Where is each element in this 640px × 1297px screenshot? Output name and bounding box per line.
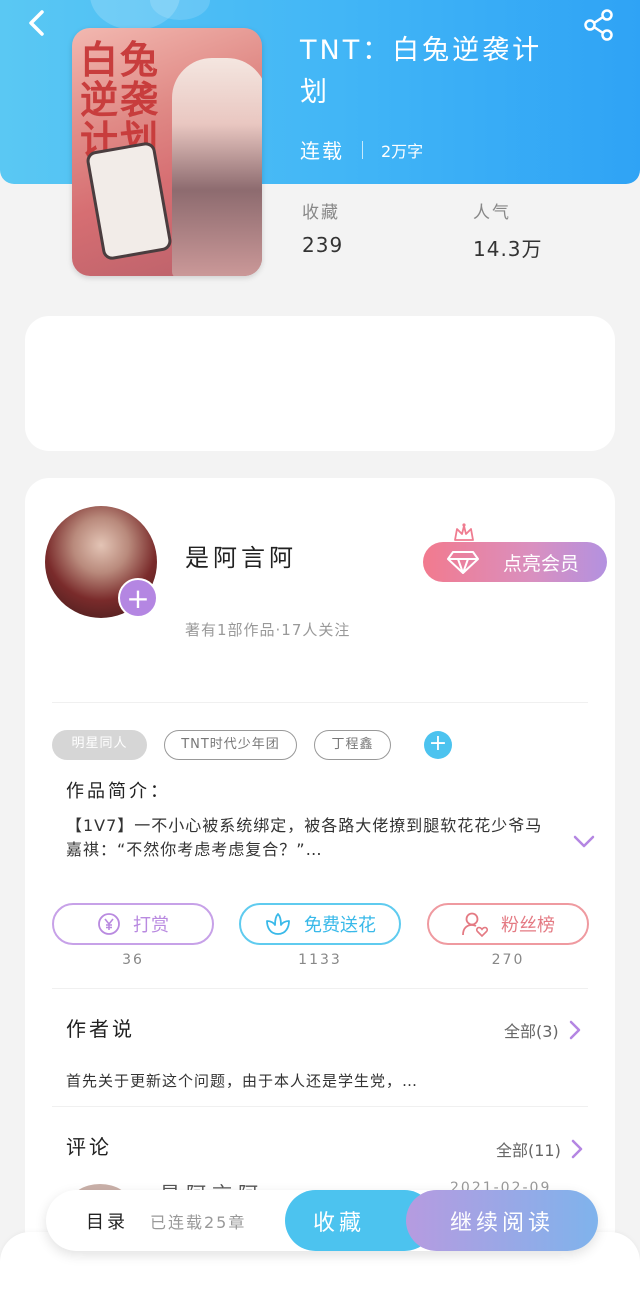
stat-value: 239 <box>302 233 344 257</box>
flower-icon <box>264 912 292 936</box>
author-says-more-label: 全部(3) <box>504 1022 559 1041</box>
fan-rank-label: 粉丝榜 <box>501 915 555 936</box>
comments-more[interactable]: 全部(11) <box>496 1137 583 1161</box>
send-flower-label: 免费送花 <box>304 915 376 936</box>
book-title: TNT：白兔逆袭计划 <box>300 35 543 108</box>
share-icon[interactable] <box>582 8 616 42</box>
stat-favorites: 收藏 239 <box>302 198 343 257</box>
divider <box>362 140 363 159</box>
tip-count: 36 <box>122 952 144 968</box>
stat-label: 收藏 <box>302 203 340 223</box>
book-cover[interactable]: 白兔逆袭计划 <box>72 28 262 276</box>
author-meta: 著有1部作品·17人关注 <box>185 621 351 639</box>
chevron-down-icon[interactable] <box>572 834 596 850</box>
tag-chip[interactable]: 明星同人 <box>52 730 147 760</box>
author-says-preview[interactable]: 首先关于更新这个问题，由于本人还是学生党，… <box>66 1070 418 1091</box>
empty-card <box>25 316 615 451</box>
continue-reading-button[interactable]: 继续阅读 <box>406 1190 598 1251</box>
fan-rank-button[interactable]: 粉丝榜 <box>427 903 589 945</box>
stat-popularity: 人气 14.3万 <box>473 198 543 262</box>
send-flower-button[interactable]: 免费送花 <box>239 903 401 945</box>
chapter-count[interactable]: 已连载25章 <box>150 1209 246 1233</box>
vip-button[interactable]: 点亮会员 <box>423 542 607 582</box>
tip-label: 打赏 <box>133 915 169 936</box>
author-name[interactable]: 是阿言阿 <box>185 538 297 573</box>
intro-title: 作品简介： <box>66 781 171 802</box>
flower-count: 1133 <box>298 952 342 968</box>
stat-value: 14.3万 <box>473 237 543 261</box>
yen-coin-icon <box>97 912 121 936</box>
serial-status: 连载 <box>300 139 344 163</box>
divider <box>52 702 588 703</box>
tag-chip[interactable]: 丁程鑫 <box>314 730 391 760</box>
vip-label: 点亮会员 <box>502 552 579 575</box>
book-status-row: 连载 2万字 <box>300 135 423 164</box>
chevron-right-icon <box>571 1139 583 1159</box>
comments-more-label: 全部(11) <box>496 1141 561 1160</box>
cover-title: 白兔逆袭计划 <box>80 37 161 162</box>
fan-count: 270 <box>491 952 525 968</box>
user-heart-icon <box>461 911 489 937</box>
word-count: 2万字 <box>381 141 424 161</box>
divider <box>52 1106 588 1107</box>
cover-illustration <box>172 58 262 276</box>
back-icon[interactable] <box>22 8 52 38</box>
follow-plus-icon[interactable]: + <box>118 578 158 618</box>
tag-chip[interactable]: TNT时代少年团 <box>164 730 297 760</box>
add-tag-icon[interactable]: + <box>424 731 452 759</box>
divider <box>52 988 588 989</box>
comments-title: 评论 <box>66 1135 112 1159</box>
crown-icon <box>452 522 476 544</box>
author-says-title: 作者说 <box>66 1017 135 1041</box>
stat-label: 人气 <box>473 203 511 223</box>
author-says-more[interactable]: 全部(3) <box>504 1018 581 1042</box>
tip-button[interactable]: 打赏 <box>52 903 214 945</box>
chevron-right-icon <box>569 1020 580 1040</box>
intro-text: 【1V7】一不小心被系统绑定，被各路大佬撩到腿软花花少爷马嘉祺：“不然你考虑考虑… <box>66 816 543 859</box>
diamond-icon <box>447 551 479 574</box>
toc-link[interactable]: 目录 <box>86 1208 128 1234</box>
